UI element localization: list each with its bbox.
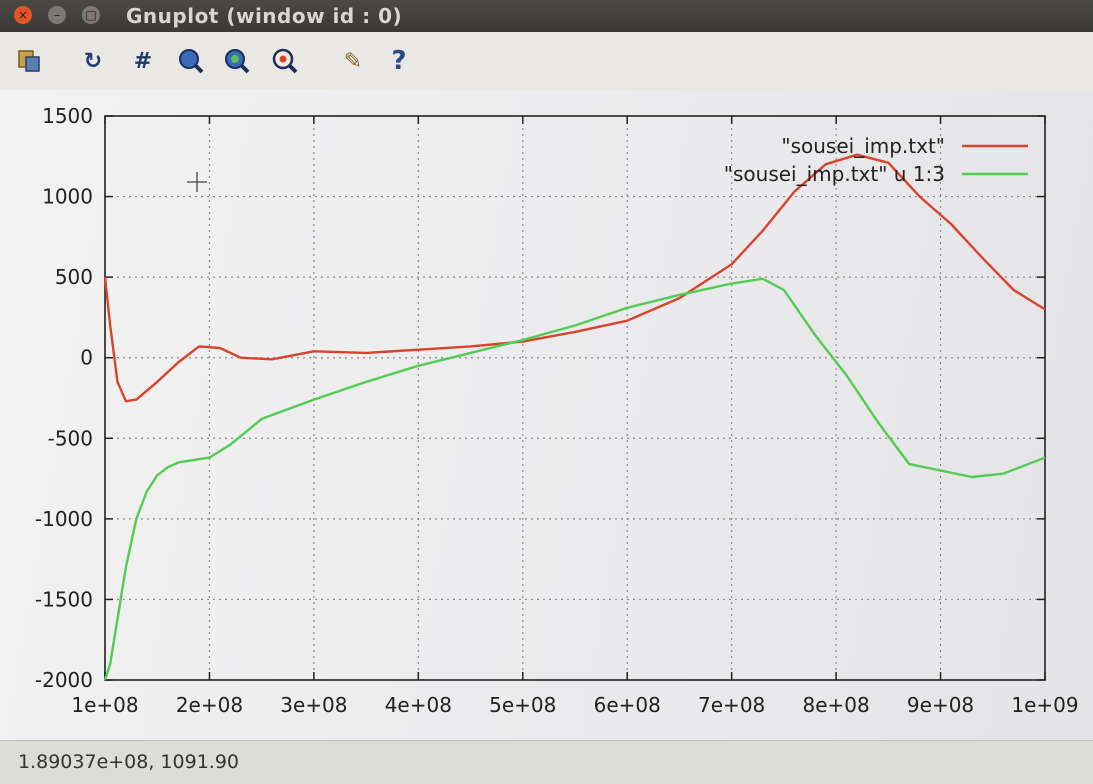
y-tick-label: 1500 <box>42 104 93 128</box>
series-line-2 <box>103 277 1046 681</box>
y-tick-label: -2000 <box>35 668 93 692</box>
x-tick-label: 4e+08 <box>385 693 452 717</box>
legend-label-2: "sousei_imp.txt" u 1:3 <box>724 162 945 186</box>
x-tick-label: 1e+09 <box>1011 693 1078 717</box>
grid-icon: # <box>133 48 153 74</box>
copy-to-clipboard-icon <box>18 50 40 72</box>
copy-to-clipboard-button[interactable] <box>14 46 44 76</box>
zoom-prev-button[interactable] <box>176 46 206 76</box>
close-button[interactable]: × <box>14 6 32 24</box>
y-tick-label: -1500 <box>35 587 93 611</box>
window-titlebar: × – □ Gnuplot (window id : 0) <box>0 0 1093 32</box>
x-tick-label: 8e+08 <box>802 693 869 717</box>
y-tick-label: -1000 <box>35 507 93 531</box>
settings-button[interactable]: ✎ <box>338 46 368 76</box>
x-tick-label: 2e+08 <box>176 693 243 717</box>
y-tick-label: 0 <box>80 346 93 370</box>
x-tick-label: 1e+08 <box>71 693 138 717</box>
status-bar: 1.89037e+08, 1091.90 <box>0 740 1093 784</box>
x-tick-label: 6e+08 <box>594 693 661 717</box>
series-line-1 <box>103 153 1046 403</box>
zoom-next-button[interactable] <box>222 46 252 76</box>
settings-icon: ✎ <box>343 48 363 74</box>
maximize-button[interactable]: □ <box>82 6 100 24</box>
zoom-autoscale-button[interactable] <box>270 46 300 76</box>
x-tick-label: 5e+08 <box>489 693 556 717</box>
replot-icon: ↻ <box>83 48 103 74</box>
cursor-coordinates: 1.89037e+08, 1091.90 <box>18 751 240 773</box>
toolbar <box>0 32 1093 91</box>
x-tick-label: 3e+08 <box>280 693 347 717</box>
plot-border <box>104 115 1046 681</box>
y-tick-label: 1000 <box>42 185 93 209</box>
help-button[interactable]: ? <box>384 46 414 76</box>
zoom-autoscale-icon <box>272 48 298 74</box>
minimize-button[interactable]: – <box>48 6 66 24</box>
window-title: Gnuplot (window id : 0) <box>126 4 403 28</box>
zoom-next-icon <box>225 49 250 74</box>
help-icon: ? <box>391 46 407 76</box>
y-tick-label: -500 <box>48 426 93 450</box>
x-tick-label: 7e+08 <box>698 693 765 717</box>
grid-button[interactable]: # <box>128 46 158 76</box>
y-tick-label: 500 <box>55 265 93 289</box>
gnuplot-chart[interactable]: 1e+08 2e+08 3e+08 4e+08 5e+08 6e+08 7e+08 8e+08… <box>0 90 1093 740</box>
zoom-prev-icon <box>179 49 204 74</box>
replot-button[interactable]: ↻ <box>78 46 108 76</box>
plot-area[interactable]: 1e+08 2e+08 3e+08 4e+08 5e+08 6e+08 7e+08 8e+08… <box>0 90 1093 740</box>
legend-label-1: "sousei_imp.txt" <box>781 134 945 158</box>
x-tick-label: 9e+08 <box>907 693 974 717</box>
